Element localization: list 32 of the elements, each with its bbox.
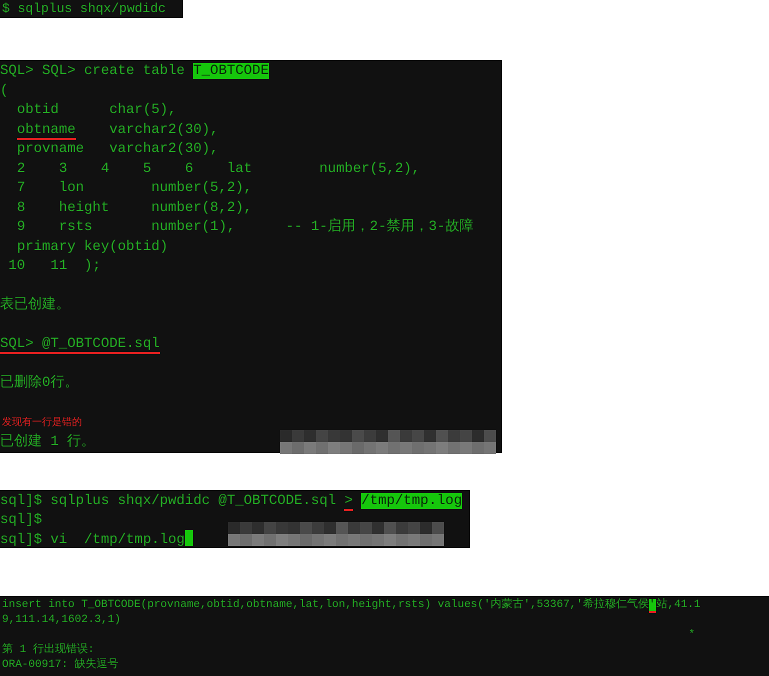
underlined-text: obtname	[16, 122, 76, 140]
terminal-text: 已删除0行。	[0, 375, 78, 391]
terminal-text: provname varchar2(30),	[16, 141, 218, 157]
terminal-text: 表已创建。	[0, 297, 70, 313]
highlighted-text: '	[648, 599, 656, 613]
underlined-text: >	[344, 493, 353, 511]
terminal-text: (	[0, 82, 8, 98]
terminal-text: obtid char(5),	[16, 102, 176, 118]
terminal-text: sql]$ sqlplus shqx/pwdidc @T_OBTCODE.sql	[0, 493, 338, 509]
terminal-text: 9,111.14,1602.3,1)	[2, 614, 121, 626]
terminal-text: ORA-00917: 缺失逗号	[2, 659, 119, 671]
underlined-text: SQL> @T_OBTCODE.sql	[0, 336, 160, 354]
terminal-text: SQL> SQL> create table	[0, 63, 186, 79]
terminal-text: 8 height number(8,2),	[16, 200, 252, 216]
terminal-text: $ sqlplus shqx/pwdidc	[2, 1, 166, 16]
terminal-text: sql]$ vi /tmp/tmp.log	[0, 532, 185, 548]
highlighted-text: /tmp/tmp.log	[361, 493, 462, 509]
highlighted-text: T_OBTCODE	[193, 63, 269, 79]
terminal-text: 7 lon number(5,2),	[16, 180, 252, 196]
terminal-text: 站,41.1	[656, 599, 701, 611]
terminal-text: 10 11 );	[8, 258, 101, 274]
terminal-text: sql]$	[0, 512, 42, 528]
terminal-text: 已创建 1 行。	[0, 434, 96, 450]
terminal-text: *	[688, 629, 696, 641]
terminal-text: insert into T_OBTCODE(provname,obtid,obtname,lat,lon,height,rsts) values('内蒙古',53367,'希拉穆仁气侯	[2, 599, 649, 611]
terminal-text: primary key(obtid)	[16, 238, 168, 254]
text-cursor	[184, 530, 193, 546]
annotation-note: 发现有一行是错的	[1, 417, 82, 428]
terminal-text: 第 1 行出现错误:	[2, 644, 94, 656]
terminal-text: 2 3 4 5 6 lat number(5,2),	[16, 160, 420, 176]
terminal-text: varchar2(30),	[109, 122, 218, 138]
terminal-text: 9 rsts number(1), -- 1-启用，2-禁用，3-故障	[16, 219, 474, 235]
